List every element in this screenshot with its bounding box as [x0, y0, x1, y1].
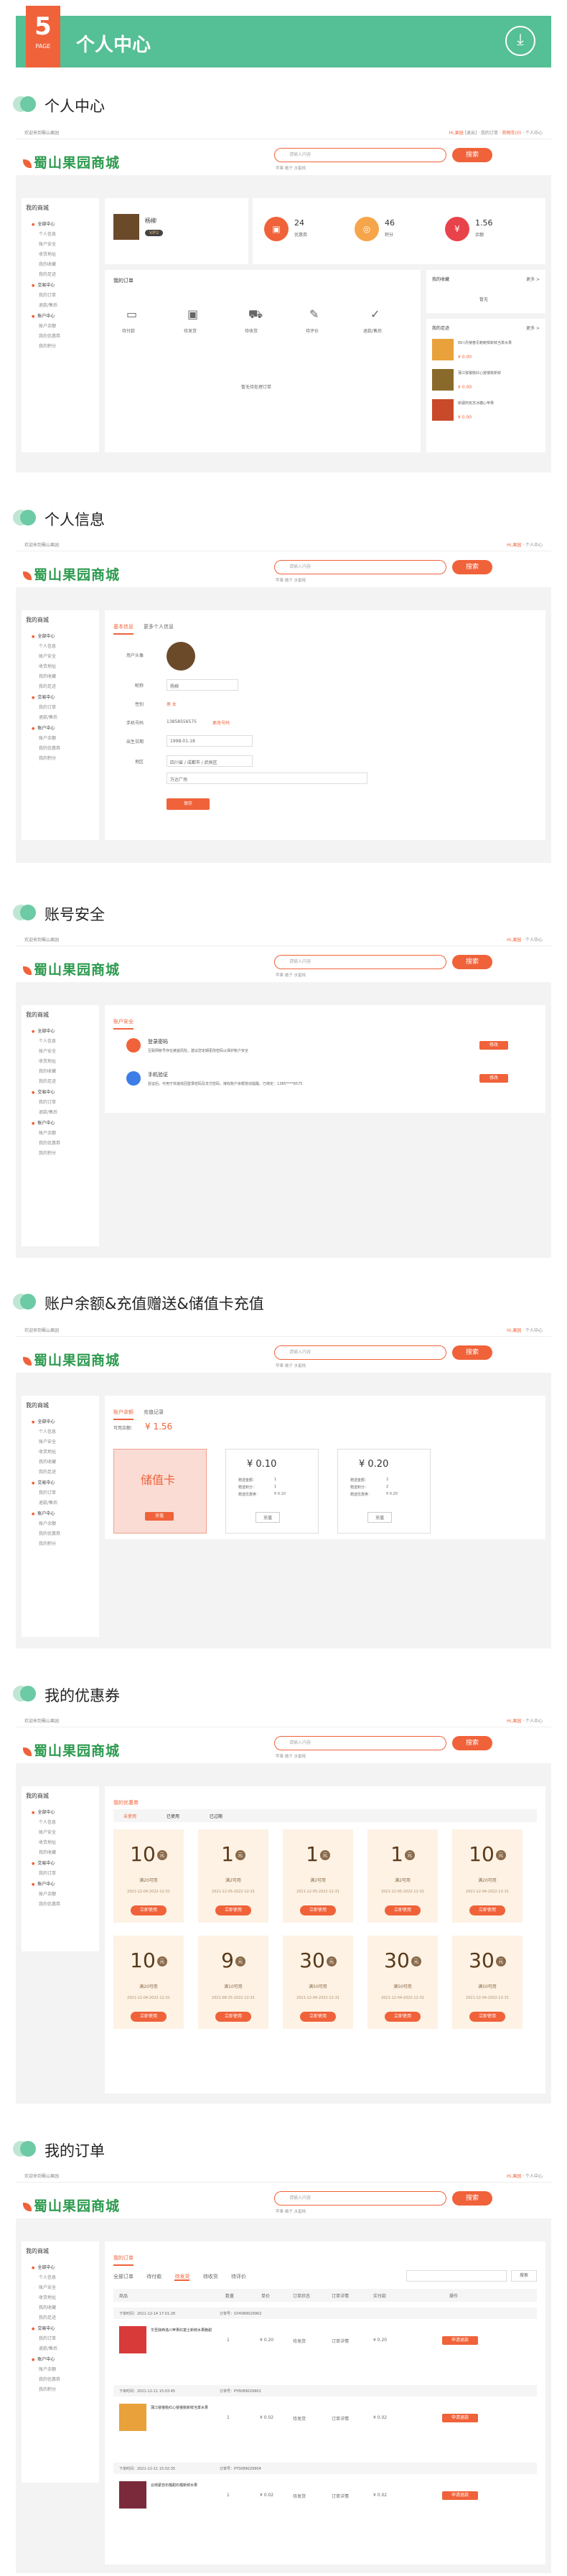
- section-title: 个人信息: [44, 511, 105, 528]
- use-coupon-button[interactable]: 立即使用: [131, 1905, 167, 1915]
- coupon-value: 30 元: [452, 1949, 523, 1972]
- coupon: 10 元满20可用 2021-12-04-2022-12-31 立即使用: [113, 1829, 184, 1923]
- coupon-value: 30 元: [283, 1949, 353, 1972]
- use-coupon-button[interactable]: 立即使用: [300, 1905, 336, 1915]
- use-coupon-button[interactable]: 立即使用: [469, 1905, 505, 1915]
- coupon-value: 30 元: [367, 1949, 438, 1972]
- orders-card: 我的订单 ▭ 待付款 ▣ 待发货 ⛟ 待收货 ✎ 待评价 ✓ 退款/售后 暂无待…: [105, 270, 421, 452]
- order-screen: 欢迎来到蜀山果园 Hi,果园 · 个人中心 蜀山果园商城 请输入内容 搜索 苹果 橘子 …: [16, 2171, 551, 2573]
- shield-icon: ✓: [370, 307, 380, 321]
- page-number-badge: 5 PAGE: [26, 6, 60, 67]
- security-screen: 欢迎来到蜀山果园 Hi,果园 · 个人中心 蜀山果园商城 请输入内容 搜索 苹果 橘子 …: [16, 935, 551, 1258]
- center-screen: 欢迎来到蜀山果园 Hi,果园 [退出] · 我的订单 · 购物车(0) · 个人…: [16, 128, 551, 472]
- box-icon: ▣: [187, 307, 199, 321]
- coupon-icon: ▣: [264, 217, 289, 241]
- coupon: 10 元满20可用 2021-12-04-2022-12-31 立即使用: [452, 1829, 523, 1923]
- order-card: 我的订单 全部订单 待付款 待发货 待收货 待评价 搜索 商品 数量 单价 订单…: [105, 2241, 545, 2565]
- section-title: 账户余额&充值赠送&储值卡充值: [44, 1295, 264, 1312]
- use-coupon-button[interactable]: 立即使用: [385, 1905, 421, 1915]
- section-title: 我的优惠券: [44, 1687, 120, 1704]
- coupon: 30 元满50可用 2021-12-04-2022-12-31 立即使用: [283, 1936, 353, 2029]
- coupon-value: 10 元: [113, 1842, 184, 1866]
- search-button[interactable]: 搜索: [452, 148, 492, 162]
- avatar[interactable]: [167, 642, 195, 671]
- section-title: 账号安全: [44, 906, 105, 923]
- stats-card: ▣ 24 优惠券 ◎ 46 积分 ¥ 1.56 余额: [253, 198, 545, 264]
- coupon-value: 10 元: [113, 1949, 184, 1972]
- site-logo[interactable]: 蜀山果园商城: [23, 152, 120, 172]
- table-header: [113, 2289, 537, 2302]
- comment-icon: ✎: [309, 307, 319, 321]
- info-screen: 欢迎来到蜀山果园 Hi,果园 · 个人中心 蜀山果园商城 请输入内容 搜索 苹果 橘子 …: [16, 540, 551, 863]
- coupon-value: 1元: [367, 1842, 438, 1866]
- coupon: 1 元满2可用 2021-12-05-2022-12-31 立即使用: [367, 1829, 438, 1923]
- balance-card: 账户余额 充值记录 可用余额： ¥ 1.56 储值卡 充值 ¥ 0.10 赠送金额…: [105, 1396, 545, 1539]
- order-search-input[interactable]: [406, 2270, 507, 2282]
- coupon-card: 我的优惠券 未使用 已使用 已过期 10 元满20可用 2021-12-04-202…: [105, 1786, 545, 2094]
- use-coupon-button[interactable]: 立即使用: [385, 2012, 421, 2022]
- coupon-screen: 欢迎来到蜀山果园 Hi,果园 · 个人中心 蜀山果园商城 请输入内容 搜索 苹果 橘子 …: [16, 1716, 551, 2104]
- page-title: 个人中心: [76, 34, 151, 56]
- coupon: 9 元满10可用 2021-08-25-2022-12-31 立即使用: [198, 1936, 268, 2029]
- section-title: 个人中心: [44, 98, 105, 115]
- wallet-icon: ¥: [445, 217, 469, 241]
- sidebar: 我的商城 全部中心 个人信息 账户安全 收货地址 我的收藏 我的足迹 交易中心 …: [22, 198, 99, 452]
- coupon-value: 1元: [283, 1842, 353, 1866]
- use-coupon-button[interactable]: 立即使用: [215, 2012, 251, 2022]
- download-icon[interactable]: ⤓: [505, 26, 535, 56]
- save-button[interactable]: 保存: [167, 798, 210, 810]
- footprint-card: 我的足迹 更多 > 四川丹棱春见耙耙柑新鲜当季水果 ¥ 0.00 蒲江猕猴桃红心…: [426, 319, 545, 452]
- section-title: 我的订单: [44, 2142, 105, 2160]
- profile-card: 杨柳 VIP2: [105, 198, 248, 264]
- coupon: 1 元满2可用 2021-12-05-2022-12-31 立即使用: [198, 1829, 268, 1923]
- avatar[interactable]: [113, 214, 139, 240]
- phone-icon: [126, 1071, 141, 1086]
- points-icon: ◎: [355, 217, 379, 241]
- security-card: 账户安全 登录密码 互联网帐号存在被盗风险，建议您定期更改密码以保护账户安全 修…: [105, 1005, 545, 1113]
- use-coupon-button[interactable]: 立即使用: [300, 2012, 336, 2022]
- wallet-icon: ▭: [126, 307, 138, 321]
- coupon: 10 元满20可用 2021-12-04-2022-12-31 立即使用: [113, 1936, 184, 2029]
- use-coupon-button[interactable]: 立即使用: [131, 2012, 167, 2022]
- page-header: 5 PAGE 个人中心 ⤓: [16, 6, 551, 67]
- coupon: 30 元满50可用 2021-12-04-2022-12-31 立即使用: [452, 1936, 523, 2029]
- favorites-card: 我的收藏 更多 > 暂无: [426, 270, 545, 313]
- lock-icon: [126, 1038, 141, 1053]
- balance-screen: 欢迎来到蜀山果园 Hi,果园 · 个人中心 蜀山果园商城 请输入内容 搜索 苹果 橘子 …: [16, 1325, 551, 1648]
- coupon-value: 10 元: [452, 1842, 523, 1866]
- search-input[interactable]: 请输入内容: [274, 148, 446, 162]
- coupon: 30 元满50可用 2021-12-04-2022-12-31 立即使用: [367, 1936, 438, 2029]
- info-card: 基本信息 更多个人信息 用户头像 昵称 杨柳 性别 男 女 手机号码 138585…: [105, 610, 545, 840]
- truck-icon: ⛟: [248, 307, 263, 321]
- use-coupon-button[interactable]: 立即使用: [469, 2012, 505, 2022]
- coupon-value: 1元: [198, 1842, 268, 1866]
- coupon-value: 9元: [198, 1949, 268, 1972]
- coupon: 1 元满2可用 2021-12-05-2022-12-31 立即使用: [283, 1829, 353, 1923]
- use-coupon-button[interactable]: 立即使用: [215, 1905, 251, 1915]
